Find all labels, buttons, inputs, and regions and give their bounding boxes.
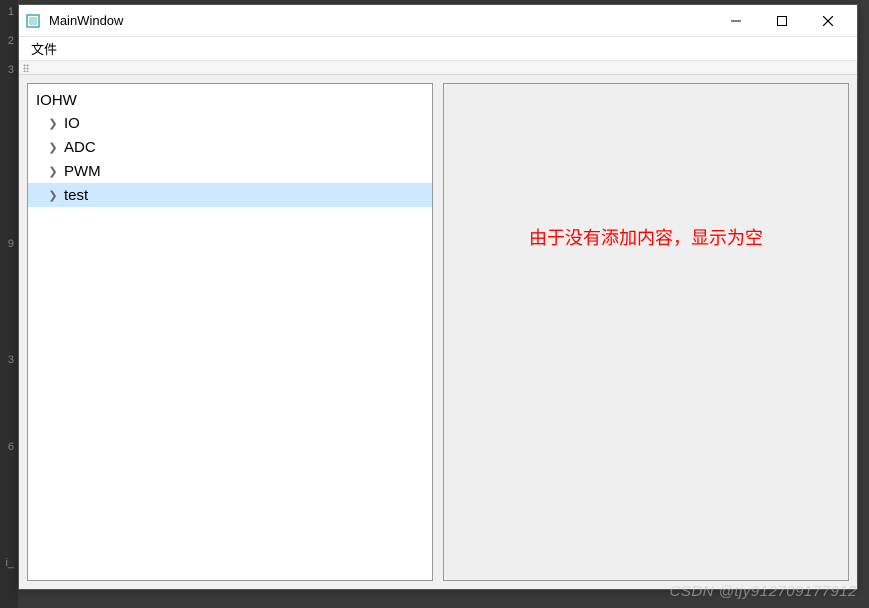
detail-panel: 由于没有添加内容，显示为空 <box>443 83 849 581</box>
toolbar <box>19 61 857 75</box>
menubar: 文件 <box>19 37 857 61</box>
main-window: MainWindow 文件 IOHW ❯ IO ❯ A <box>18 4 858 590</box>
chevron-right-icon[interactable]: ❯ <box>46 164 60 178</box>
tree-item-pwm[interactable]: ❯ PWM <box>28 159 432 183</box>
content-area: IOHW ❯ IO ❯ ADC ❯ PWM ❯ test 由于没有添加内容，显示… <box>19 75 857 589</box>
window-title: MainWindow <box>49 13 713 28</box>
tree-item-test[interactable]: ❯ test <box>28 183 432 207</box>
maximize-button[interactable] <box>759 6 805 36</box>
tree-item-label: IO <box>64 115 80 132</box>
chevron-right-icon[interactable]: ❯ <box>46 188 60 202</box>
titlebar[interactable]: MainWindow <box>19 5 857 37</box>
chevron-right-icon[interactable]: ❯ <box>46 140 60 154</box>
menu-file[interactable]: 文件 <box>25 37 63 60</box>
minimize-button[interactable] <box>713 6 759 36</box>
toolbar-grip-icon[interactable] <box>23 64 29 72</box>
close-button[interactable] <box>805 6 851 36</box>
tree-item-label: test <box>64 187 88 204</box>
empty-message: 由于没有添加内容，显示为空 <box>444 224 848 250</box>
tree-item-adc[interactable]: ❯ ADC <box>28 135 432 159</box>
tree-root-label[interactable]: IOHW <box>28 90 432 111</box>
tree-panel[interactable]: IOHW ❯ IO ❯ ADC ❯ PWM ❯ test <box>27 83 433 581</box>
app-icon <box>25 13 41 29</box>
window-controls <box>713 6 851 36</box>
chevron-right-icon[interactable]: ❯ <box>46 116 60 130</box>
tree-item-label: ADC <box>64 139 96 156</box>
editor-line-gutter: 123 9 36 i_ <box>0 0 18 608</box>
tree-item-label: PWM <box>64 163 101 180</box>
tree-item-io[interactable]: ❯ IO <box>28 111 432 135</box>
